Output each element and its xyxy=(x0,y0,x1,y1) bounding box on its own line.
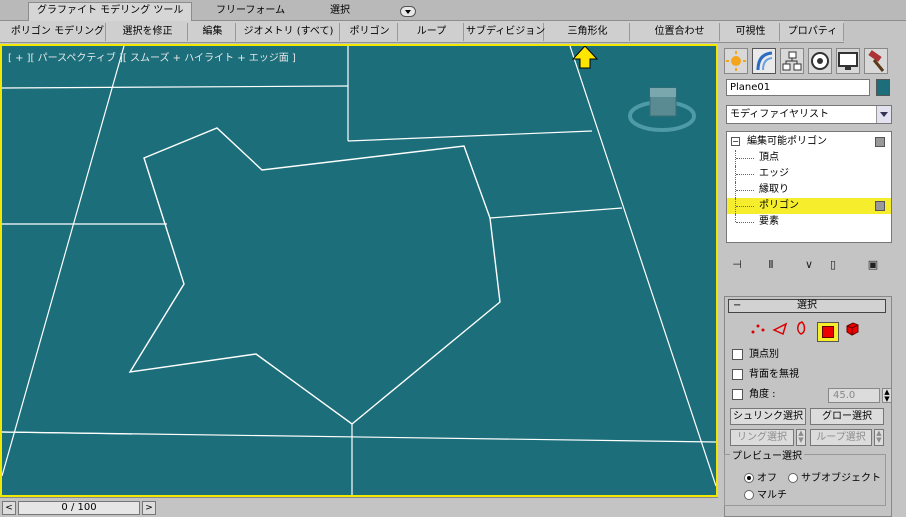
edge-mode-icon[interactable] xyxy=(772,320,788,336)
grow-selection-button[interactable]: グロー選択 xyxy=(810,408,884,425)
loop-button[interactable]: ループ xyxy=(400,23,464,41)
modifier-list-arrow[interactable] xyxy=(876,106,891,123)
rollout-header[interactable]: − 選択 xyxy=(728,299,886,313)
tab-freeform[interactable]: フリーフォーム xyxy=(208,3,293,19)
timeline-bar: < 0 / 100 > xyxy=(0,497,718,517)
perspective-viewport[interactable]: [ + ][ パースペクティブ ][ スムーズ + ハイライト + エッジ面 ] xyxy=(0,44,718,497)
chevron-down-icon xyxy=(405,10,411,14)
stack-item-element[interactable]: 要素 xyxy=(727,214,891,230)
polygon-modeling-button[interactable]: ポリゴン モデリング xyxy=(10,23,106,41)
bend-icon xyxy=(756,51,773,71)
display-tab[interactable] xyxy=(836,48,860,74)
loop-spinner-icon[interactable]: ▲ ▼ xyxy=(874,429,884,446)
vertex-mode-icon[interactable] xyxy=(750,320,766,336)
viewport-label[interactable]: [ + ][ パースペクティブ ][ スムーズ + ハイライト + エッジ面 ] xyxy=(8,49,296,64)
visibility-button[interactable]: 可視性 xyxy=(722,23,780,41)
stack-toolbar: ⊣ Ⅱ ∨ ▯ ▣ xyxy=(726,256,892,274)
chevron-down-icon xyxy=(880,112,888,117)
stack-item-editable-poly[interactable]: − 編集可能ポリゴン xyxy=(727,134,891,150)
collapse-icon: − xyxy=(733,300,742,311)
toggle-icon[interactable] xyxy=(875,137,885,147)
ignore-backfacing-checkbox[interactable]: 背面を無視 xyxy=(732,368,892,384)
modify-tab[interactable] xyxy=(752,48,776,74)
command-panel: Plane01 モディファイヤリスト − 編集可能ポリゴン 頂点 エッジ 縁取り… xyxy=(720,44,906,517)
stack-item-vertex[interactable]: 頂点 xyxy=(727,150,891,166)
ribbon-panel-row: ポリゴン モデリング 選択を修正 編集 ジオメトリ (すべて) ポリゴン ループ… xyxy=(0,21,844,43)
element-mode-icon[interactable] xyxy=(844,320,860,336)
modifier-list-dropdown[interactable]: モディファイヤリスト xyxy=(726,105,892,124)
preview-off-radio[interactable]: オフ xyxy=(744,469,777,484)
spinner-arrows-icon[interactable]: ▲ ▼ xyxy=(882,388,892,403)
next-frame-button[interactable]: > xyxy=(142,501,156,515)
object-color-swatch[interactable] xyxy=(876,79,890,96)
modify-selection-button[interactable]: 選択を修正 xyxy=(108,23,188,41)
shrink-selection-button[interactable]: シュリンク選択 xyxy=(730,408,806,425)
modifier-stack: − 編集可能ポリゴン 頂点 エッジ 縁取り ポリゴン 要素 xyxy=(726,131,892,243)
stack-item-border[interactable]: 縁取り xyxy=(727,182,891,198)
monitor-icon xyxy=(838,52,858,70)
pin-stack-icon[interactable]: ⊣ xyxy=(728,256,746,274)
hierarchy-icon xyxy=(782,51,802,71)
ring-spinner-icon[interactable]: ▲ ▼ xyxy=(796,429,806,446)
preview-selection-title: プレビュー選択 xyxy=(730,447,804,462)
sun-icon xyxy=(726,51,746,71)
edit-button[interactable]: 編集 xyxy=(190,23,236,41)
triangulation-button[interactable]: 三角形化 xyxy=(546,23,630,41)
properties-button[interactable]: プロパティ xyxy=(782,23,844,41)
subdivision-button[interactable]: サブディビジョン xyxy=(466,23,545,41)
edited-polygon-outline[interactable] xyxy=(128,127,501,425)
object-name-field[interactable]: Plane01 xyxy=(726,79,870,96)
stack-item-edge[interactable]: エッジ xyxy=(727,166,891,182)
align-button[interactable]: 位置合わせ xyxy=(640,23,720,41)
border-mode-icon[interactable] xyxy=(794,320,810,336)
loop-selection-button[interactable]: ループ選択 xyxy=(810,429,872,446)
motion-tab[interactable] xyxy=(808,48,832,74)
configure-sets-icon[interactable]: ▣ xyxy=(864,256,882,274)
remove-modifier-icon[interactable]: ▯ xyxy=(824,256,842,274)
polygon-mode-icon xyxy=(822,326,834,338)
grid-lines xyxy=(2,46,716,495)
collapse-icon[interactable]: − xyxy=(731,137,740,146)
by-vertex-checkbox[interactable]: 頂点別 xyxy=(732,348,892,364)
viewcube-icon[interactable] xyxy=(628,87,696,132)
ring-selection-button[interactable]: リング選択 xyxy=(730,429,794,446)
polygon-mode-button[interactable] xyxy=(817,322,839,342)
geometry-all-button[interactable]: ジオメトリ (すべて) xyxy=(238,23,340,41)
create-tab[interactable] xyxy=(724,48,748,74)
viewport-canvas[interactable] xyxy=(2,46,716,495)
preview-subobject-radio[interactable]: サブオブジェクト xyxy=(788,469,881,484)
ribbon-tab-bar: グラファイト モデリング ツール フリーフォーム 選択 xyxy=(0,0,906,21)
motion-icon xyxy=(811,52,829,70)
utilities-tab[interactable] xyxy=(864,48,888,74)
hammer-icon xyxy=(868,50,885,72)
preview-multi-radio[interactable]: マルチ xyxy=(744,486,787,501)
time-slider[interactable]: 0 / 100 xyxy=(18,501,140,515)
hierarchy-tab[interactable] xyxy=(780,48,804,74)
toggle-icon[interactable] xyxy=(875,201,885,211)
angle-spinner[interactable]: 45.0 xyxy=(828,388,880,403)
polygon-button[interactable]: ポリゴン xyxy=(342,23,398,41)
show-end-result-icon[interactable]: Ⅱ xyxy=(762,256,780,274)
ribbon-dropdown-button[interactable] xyxy=(400,6,416,17)
previous-frame-button[interactable]: < xyxy=(2,501,16,515)
tab-graphite-modeling-tools[interactable]: グラファイト モデリング ツール xyxy=(28,2,193,21)
stack-item-polygon[interactable]: ポリゴン xyxy=(727,198,891,214)
make-unique-icon[interactable]: ∨ xyxy=(800,256,818,274)
tab-selection[interactable]: 選択 xyxy=(322,3,358,19)
